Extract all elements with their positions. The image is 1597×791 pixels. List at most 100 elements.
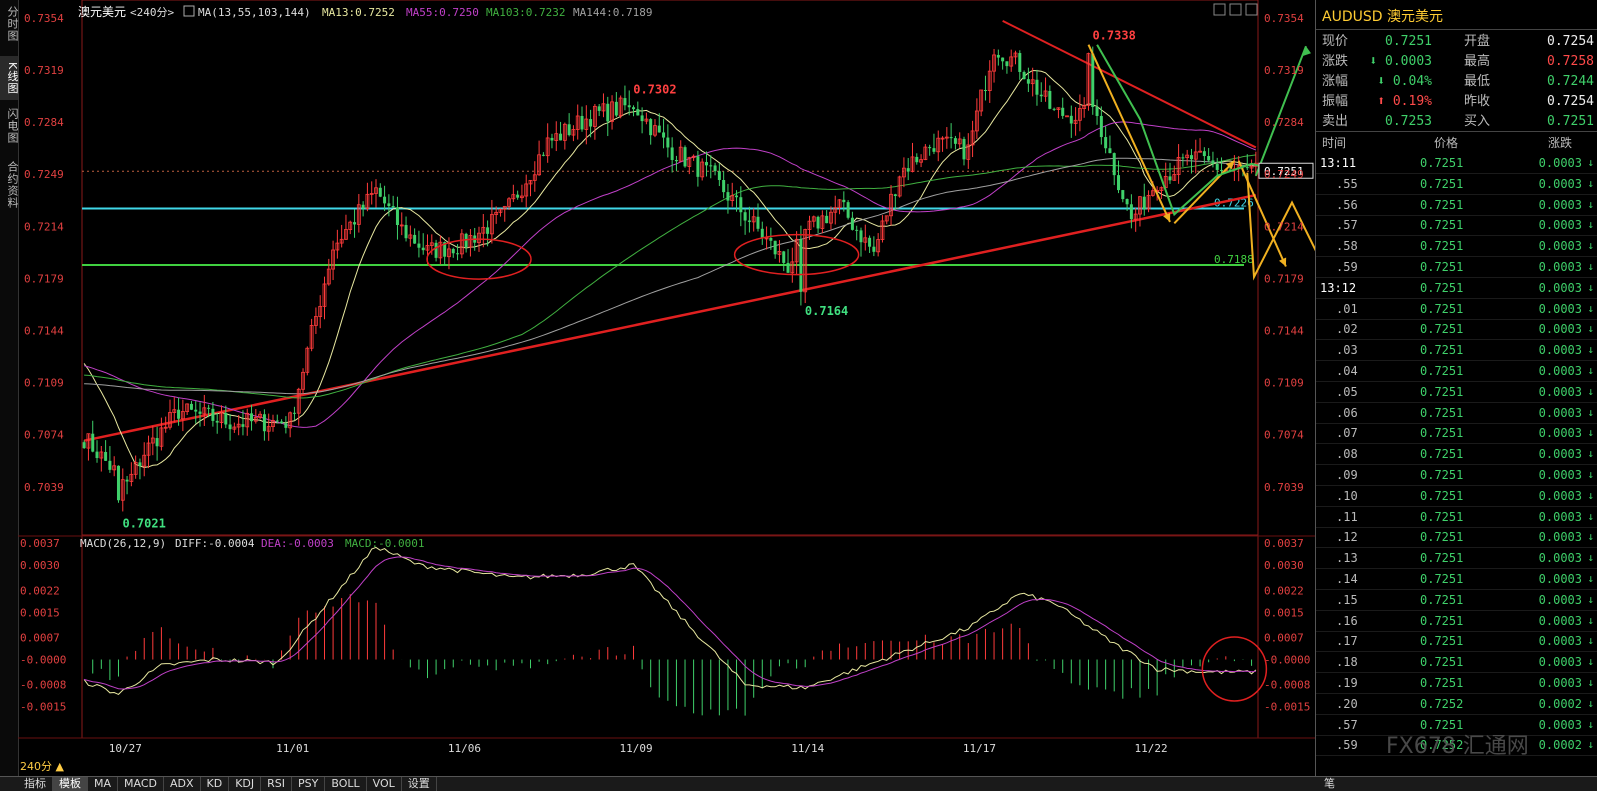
tick-price: 0.7251 (1420, 176, 1464, 191)
tab-contract-info[interactable]: 合约资料 (0, 156, 19, 214)
candle (709, 155, 713, 179)
candle (524, 174, 529, 208)
candle (606, 96, 610, 137)
candle (1104, 126, 1108, 154)
candle (104, 440, 108, 462)
candle (704, 151, 708, 177)
macd-tick-left: -0.0008 (20, 679, 66, 692)
tick-change: 0.0003 (1538, 655, 1582, 670)
quote-label: 昨收 (1464, 94, 1491, 109)
down-arrow-icon: ↓ (1587, 530, 1594, 544)
down-arrow-icon: ↓ (1587, 613, 1594, 627)
quote-label: 开盘 (1464, 34, 1491, 49)
candle (601, 93, 606, 118)
indicator-tab-11[interactable]: 设置 (402, 777, 437, 791)
candle (284, 416, 288, 434)
tick-row: .10 0.7251 0.0003 ↓ (1316, 486, 1597, 507)
tab-kline[interactable]: K线图 (0, 56, 19, 100)
ma13-label: MA13:0.7252 (322, 6, 395, 19)
candle (91, 420, 95, 453)
tick-row: .14 0.7251 0.0003 ↓ (1316, 569, 1597, 590)
candle (940, 136, 945, 152)
candle (1142, 183, 1146, 216)
tick-change: 0.0003 (1538, 572, 1582, 586)
candle (1039, 82, 1043, 102)
diff-label: DIFF:-0.0004 (175, 537, 255, 550)
tick-row: .55 0.7251 0.0003 ↓ (1316, 174, 1597, 195)
tick-time: .15 (1336, 592, 1358, 607)
candle (683, 145, 687, 168)
candle (318, 295, 323, 329)
candle (1207, 148, 1211, 163)
tick-change: 0.0003 (1538, 530, 1582, 545)
date-tick: 11/17 (963, 742, 996, 755)
tick-price: 0.7251 (1420, 301, 1464, 316)
candle (970, 120, 975, 158)
candle (159, 417, 164, 451)
indicator-tab-2[interactable]: MA (88, 777, 119, 791)
quote-row: 卖出 0.7253 买入 0.7251 (1316, 112, 1597, 131)
indicator-tab-9[interactable]: BOLL (325, 777, 367, 791)
kline-chart[interactable]: 0.72260.7188 0.73380.73020.70210.71640.7… (18, 0, 1315, 776)
price-tick-right: 0.7144 (1264, 325, 1304, 338)
down-arrow-icon: ↓ (1587, 301, 1594, 315)
quote-label: 买入 (1464, 114, 1491, 129)
candle (691, 154, 696, 161)
period-selector[interactable]: 240分 ▲ (20, 760, 64, 773)
candle (880, 215, 885, 243)
macd-tick-left: 0.0007 (20, 632, 60, 645)
quote-row: 振幅 ⬆ 0.19% 昨收 0.7254 (1316, 92, 1597, 111)
candle (597, 103, 601, 117)
candle (185, 403, 190, 416)
tab-time-sharing[interactable]: 分时图 (0, 4, 19, 44)
candle (219, 405, 224, 429)
candle (322, 276, 327, 320)
ma55-label: MA55:0.7250 (406, 6, 479, 19)
tick-row: .57 0.7251 0.0003 ↓ (1316, 215, 1597, 237)
tick-change: 0.0002 (1538, 696, 1582, 711)
indicator-tab-4[interactable]: ADX (164, 777, 201, 791)
indicator-tab-3[interactable]: MACD (118, 777, 164, 791)
tick-time: 13:12 (1320, 280, 1357, 295)
candle (1095, 99, 1099, 125)
tick-change: 0.0003 (1538, 447, 1582, 462)
indicator-toolbar: 指标 模板 MA MACD ADX KD KDJ RSI PSY BOLL VOL 设置 笔 (0, 776, 1597, 791)
tick-price: 0.7251 (1420, 322, 1464, 337)
tick-change: 0.0003 (1538, 156, 1582, 170)
close-icon[interactable] (1245, 3, 1258, 16)
indicator-tab-7[interactable]: RSI (261, 777, 293, 791)
quote-panel: AUDUSD 澳元美元 现价 0.7251 开盘 0.7254 涨跌 ⬇ 0.0003 最高… (1315, 0, 1597, 776)
tick-time: .06 (1336, 405, 1358, 420)
candle (906, 158, 910, 181)
candle (953, 135, 957, 150)
indicator-tab-1[interactable]: 模板 (53, 777, 88, 791)
tick-row: .59 0.7251 0.0003 ↓ (1316, 257, 1597, 278)
tick-change: 0.0003 (1538, 343, 1582, 358)
tick-time: .01 (1336, 301, 1358, 316)
tick-change: 0.0003 (1538, 364, 1582, 378)
minimize-icon[interactable] (1213, 3, 1226, 16)
candle (649, 118, 653, 145)
tick-price: 0.7251 (1420, 218, 1464, 233)
indicator-tab-8[interactable]: PSY (292, 777, 326, 791)
candle (1043, 77, 1048, 102)
macd-tick-left: -0.0015 (20, 701, 66, 714)
candle (356, 193, 361, 233)
maximize-icon[interactable] (1229, 3, 1242, 16)
tick-footer-tab[interactable]: 笔 (1318, 777, 1341, 791)
candle (747, 206, 751, 233)
indicator-tab-5[interactable]: KD (201, 777, 230, 791)
indicator-tab-0[interactable]: 指标 (18, 777, 53, 791)
candle (559, 121, 563, 141)
candle (949, 123, 953, 149)
quote-title: AUDUSD 澳元美元 (1322, 9, 1443, 25)
tick-price: 0.7251 (1420, 280, 1464, 295)
tab-lightning[interactable]: 闪电图 (0, 104, 19, 148)
indicator-tab-6[interactable]: KDJ (229, 777, 262, 791)
candle (1168, 162, 1172, 184)
candle (326, 258, 331, 286)
price-tick-left: 0.7074 (24, 429, 64, 442)
indicator-edit-icon[interactable] (183, 5, 195, 17)
indicator-tab-10[interactable]: VOL (367, 777, 402, 791)
tick-change: 0.0003 (1538, 488, 1582, 503)
